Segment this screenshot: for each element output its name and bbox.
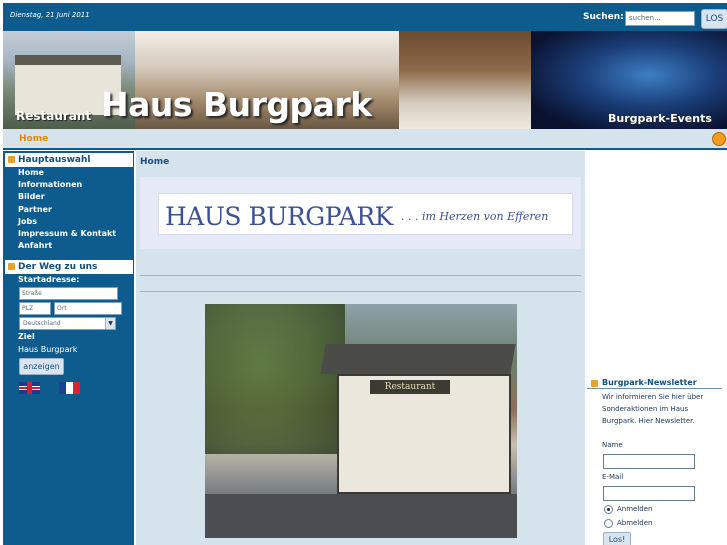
logo-text: HAUS BURGPARK (165, 202, 393, 231)
name-input[interactable] (603, 454, 695, 469)
bullet-icon (8, 263, 15, 270)
logo-box: HAUS BURGPARK . . . im Herzen von Effere… (140, 177, 581, 249)
destination-value: Haus Burgpark (18, 345, 78, 354)
country-select-value: Deutschland (23, 320, 61, 327)
sidebar-heading-main: Hauptauswahl (5, 153, 133, 167)
search-button[interactable]: LOS (701, 9, 727, 29)
name-label: Name (602, 441, 623, 449)
country-select[interactable]: Deutschland ▼ (19, 317, 116, 330)
search-label: Suchen: (583, 12, 624, 22)
divider (140, 275, 581, 276)
newsletter-submit-button[interactable]: Los! (603, 532, 631, 545)
sidebar-item-impressum[interactable]: Impressum & Kontakt (18, 229, 116, 238)
bullet-icon (8, 156, 15, 163)
banner-photo-dining (399, 31, 531, 129)
newsletter-description: Wir informieren Sie hier über Sonderakti… (602, 393, 704, 425)
banner-right-caption: Burgpark-Events (608, 112, 712, 125)
banner-left-caption: Restaurant (16, 109, 92, 123)
divider (140, 291, 581, 292)
sidebar-item-bilder[interactable]: Bilder (18, 192, 45, 201)
sidebar-item-home[interactable]: Home (18, 168, 44, 177)
main-content: Home HAUS BURGPARK . . . im Herzen von E… (136, 151, 585, 545)
unsubscribe-label: Abmelden (617, 519, 653, 527)
banner-title: Haus Burgpark (101, 85, 372, 124)
breadcrumb-bar: Home (3, 129, 727, 150)
email-input[interactable] (603, 486, 695, 501)
sidebar-heading-label: Der Weg zu uns (18, 262, 98, 272)
page-title: Home (140, 157, 170, 167)
header-banner: Restaurant Haus Burgpark Burgpark-Events (3, 31, 727, 129)
subscribe-radio[interactable] (604, 505, 613, 514)
show-route-button[interactable]: anzeigen (19, 358, 64, 375)
current-date: Dienstag, 21 Juni 2011 (10, 11, 90, 19)
city-input[interactable]: Ort (54, 302, 122, 315)
logo: HAUS BURGPARK . . . im Herzen von Effere… (158, 193, 573, 235)
sidebar-heading-directions: Der Weg zu uns (5, 260, 133, 274)
logo-tagline: . . . im Herzen von Efferen (401, 210, 549, 223)
newsletter-heading-label: Burgpark-Newsletter (602, 378, 697, 387)
sidebar-item-anfahrt[interactable]: Anfahrt (18, 241, 52, 250)
newsletter-heading: Burgpark-Newsletter (587, 377, 722, 389)
destination-label: Ziel (18, 332, 35, 341)
france-flag-icon[interactable] (59, 382, 80, 394)
sidebar-item-partner[interactable]: Partner (18, 205, 52, 214)
sidebar: Hauptauswahl Home Informationen Bilder P… (3, 151, 134, 545)
rss-icon[interactable] (712, 132, 726, 146)
newsletter-box: Burgpark-Newsletter Wir informieren Sie … (587, 377, 727, 545)
unsubscribe-radio[interactable] (604, 519, 613, 528)
breadcrumb-home[interactable]: Home (19, 134, 48, 144)
search-input[interactable]: suchen... (625, 11, 695, 26)
uk-flag-icon[interactable] (19, 382, 40, 394)
sidebar-item-jobs[interactable]: Jobs (18, 217, 37, 226)
start-address-label: Startadresse: (18, 275, 80, 284)
photo-sign: Restaurant (370, 380, 450, 394)
subscribe-label: Anmelden (617, 505, 653, 513)
restaurant-photo: Restaurant (205, 304, 517, 538)
top-bar: Dienstag, 21 Juni 2011 Suchen: suchen...… (3, 3, 727, 31)
street-input[interactable]: Straße (19, 287, 118, 300)
zip-input[interactable]: PLZ (19, 302, 51, 315)
sidebar-item-informationen[interactable]: Informationen (18, 180, 82, 189)
chevron-down-icon: ▼ (105, 318, 115, 329)
sidebar-heading-label: Hauptauswahl (18, 155, 91, 165)
email-label: E-Mail (602, 473, 624, 481)
bullet-icon (591, 380, 598, 387)
